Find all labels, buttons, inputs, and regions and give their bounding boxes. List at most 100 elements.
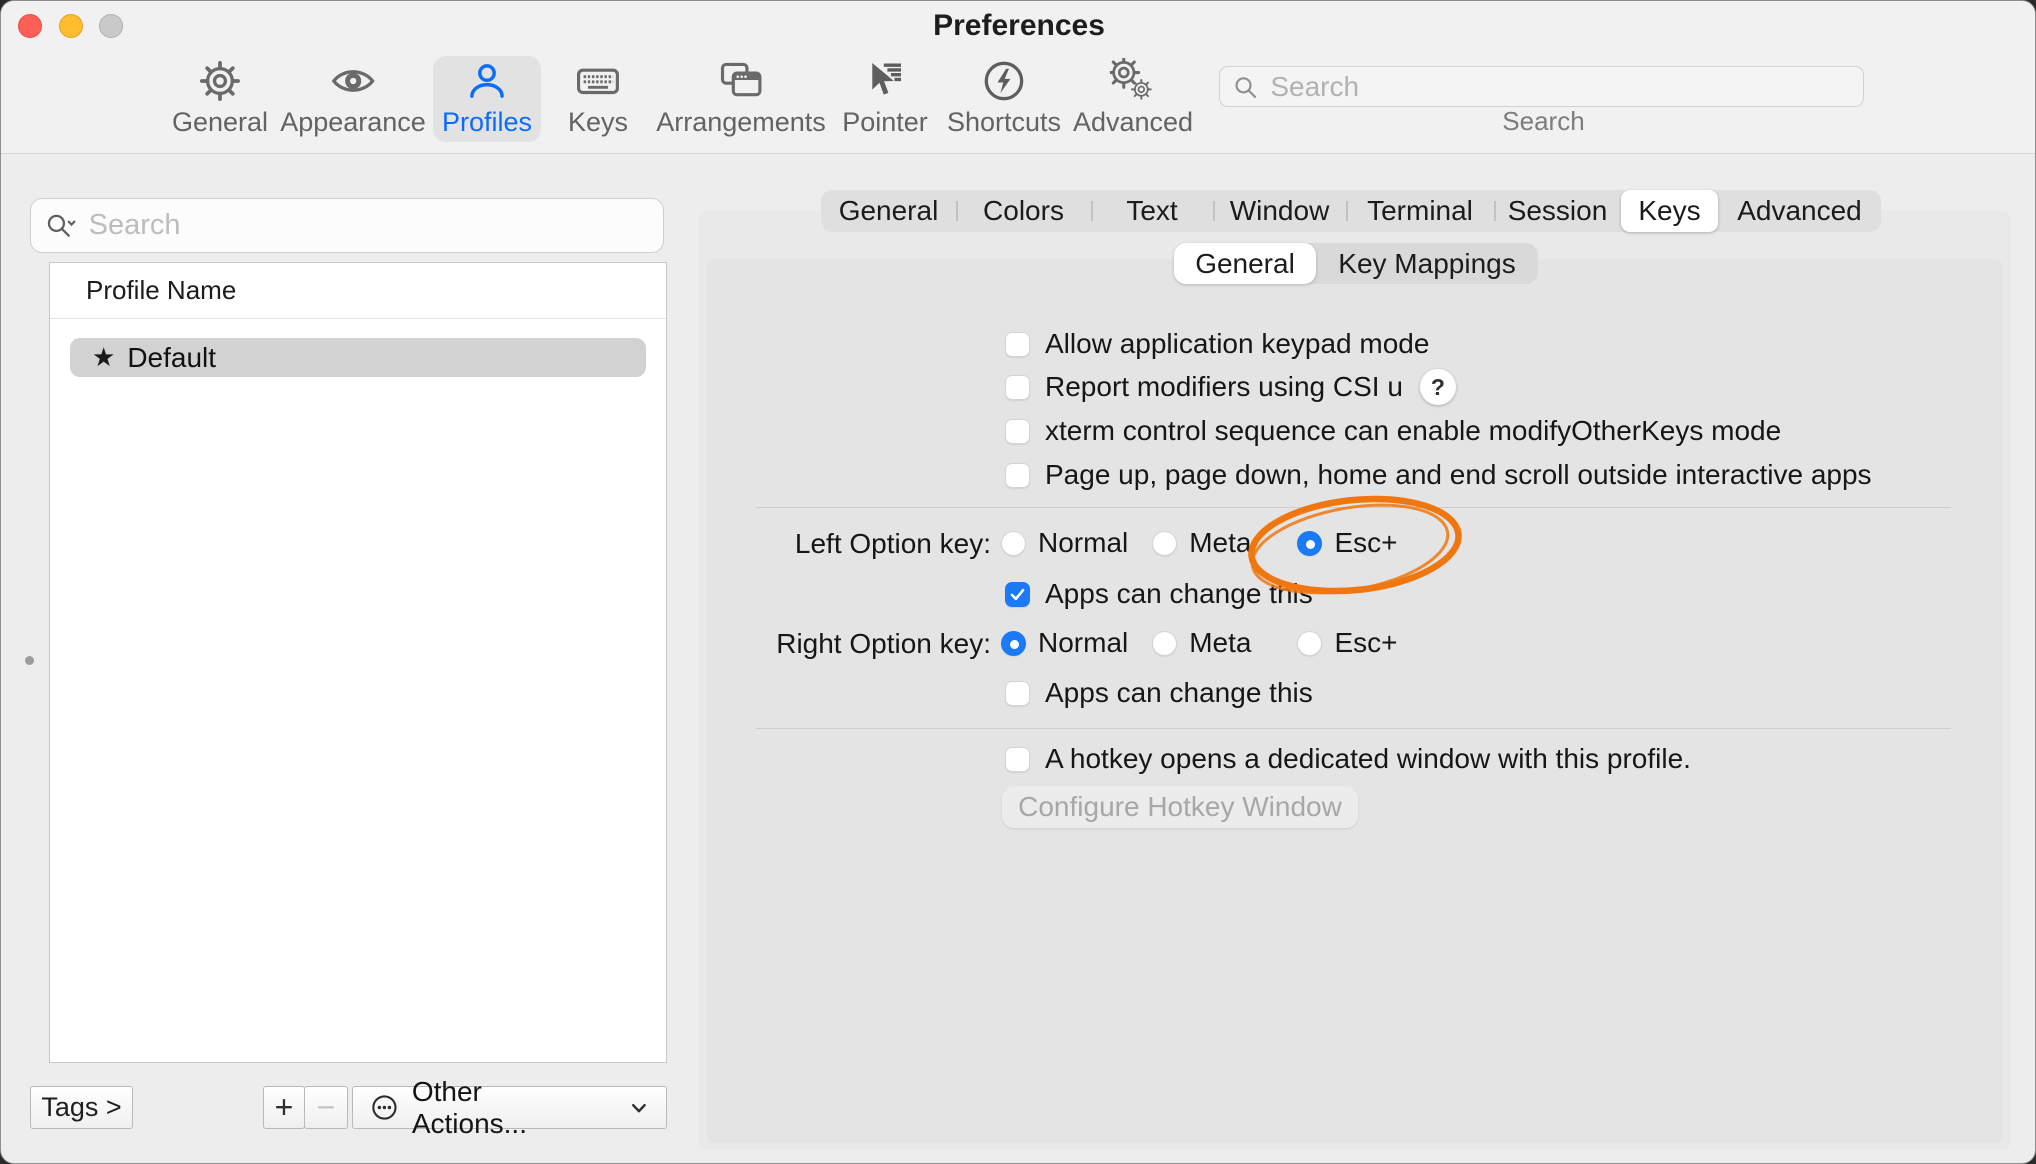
radio-label: Meta <box>1189 627 1251 659</box>
tab-session[interactable]: Session <box>1494 190 1621 232</box>
window-edge-dot <box>25 656 34 665</box>
preferences-window: Preferences General Appearance Profiles <box>0 0 2036 1164</box>
tab-advanced[interactable]: Advanced <box>1718 190 1881 232</box>
left-option-radio-group: Normal Meta Esc+ <box>1001 530 1398 556</box>
add-profile-button[interactable]: + <box>263 1086 305 1129</box>
toolbar-item-pointer[interactable]: Pointer <box>842 58 928 138</box>
window-title: Preferences <box>1 9 2036 43</box>
toolbar-item-label: Pointer <box>842 107 928 138</box>
checkbox-label: A hotkey opens a dedicated window with t… <box>1045 743 1691 775</box>
radio-right-normal[interactable] <box>1001 631 1026 656</box>
radio-right-esc[interactable] <box>1297 631 1322 656</box>
radio-label: Esc+ <box>1334 627 1397 659</box>
toolbar-item-appearance[interactable]: Appearance <box>280 58 426 138</box>
profile-list-header: Profile Name <box>50 263 666 319</box>
search-menu-icon <box>45 209 77 243</box>
checkbox-unchecked[interactable] <box>1005 375 1030 400</box>
windows-icon <box>718 58 764 104</box>
checkbox-label: xterm control sequence can enable modify… <box>1045 415 1781 447</box>
toolbar-item-advanced[interactable]: Advanced <box>1073 58 1193 138</box>
checkbox-row-left-apps-change[interactable]: Apps can change this <box>1005 581 1313 607</box>
checkbox-row-page-scroll[interactable]: Page up, page down, home and end scroll … <box>1005 462 1872 488</box>
profile-tab-bar: General Colors Text Window Terminal Sess… <box>821 190 1881 232</box>
checkbox-label: Apps can change this <box>1045 578 1313 610</box>
checkbox-label: Allow application keypad mode <box>1045 328 1429 360</box>
tab-terminal[interactable]: Terminal <box>1346 190 1494 232</box>
separator <box>756 728 1951 729</box>
toolbar-item-label: Arrangements <box>656 107 826 138</box>
profile-list: Profile Name ★ Default <box>49 262 667 1063</box>
lightning-icon <box>981 58 1027 104</box>
checkbox-unchecked[interactable] <box>1005 463 1030 488</box>
configure-hotkey-window-button[interactable]: Configure Hotkey Window <box>1002 786 1358 828</box>
toolbar-item-arrangements[interactable]: Arrangements <box>656 58 826 138</box>
radio-left-normal[interactable] <box>1001 531 1026 556</box>
toolbar-item-label: Advanced <box>1073 107 1193 138</box>
checkbox-unchecked[interactable] <box>1005 681 1030 706</box>
other-actions-label: Other Actions... <box>412 1076 602 1140</box>
subtab-general[interactable]: General <box>1174 243 1316 284</box>
gear-icon <box>197 58 243 104</box>
profile-search-field[interactable] <box>30 198 664 253</box>
checkbox-label: Report modifiers using CSI u <box>1045 371 1403 403</box>
remove-profile-button[interactable]: − <box>304 1086 348 1129</box>
help-button[interactable]: ? <box>1420 369 1456 405</box>
tab-general[interactable]: General <box>821 190 956 232</box>
cursor-icon <box>862 58 908 104</box>
other-actions-dropdown[interactable]: Other Actions... <box>352 1086 667 1129</box>
tab-colors[interactable]: Colors <box>956 190 1091 232</box>
toolbar-item-label: Appearance <box>280 107 426 138</box>
toolbar-item-label: Keys <box>568 107 628 138</box>
checkbox-unchecked[interactable] <box>1005 419 1030 444</box>
search-icon <box>1232 73 1258 101</box>
right-option-key-label: Right Option key: <box>701 628 991 660</box>
radio-label: Esc+ <box>1334 527 1397 559</box>
person-icon <box>464 58 510 104</box>
separator <box>756 507 1951 508</box>
tags-button[interactable]: Tags > <box>30 1086 133 1129</box>
checkbox-label: Apps can change this <box>1045 677 1313 709</box>
radio-label: Normal <box>1038 627 1128 659</box>
toolbar-item-label: General <box>172 107 268 138</box>
checkbox-row-right-apps-change[interactable]: Apps can change this <box>1005 680 1313 706</box>
subtab-key-mappings[interactable]: Key Mappings <box>1316 243 1538 284</box>
profile-search-input[interactable] <box>87 208 649 243</box>
keys-subtab-bar: General Key Mappings <box>1174 243 1538 284</box>
tab-window[interactable]: Window <box>1213 190 1346 232</box>
toolbar-search-caption: Search <box>1381 106 1706 137</box>
toolbar: Preferences General Appearance Profiles <box>1 1 2036 154</box>
radio-left-esc[interactable] <box>1297 531 1322 556</box>
checkbox-checked[interactable] <box>1005 582 1030 607</box>
radio-right-meta[interactable] <box>1152 631 1177 656</box>
checkbox-row-csi-u[interactable]: Report modifiers using CSI u ? <box>1005 374 1456 400</box>
radio-label: Normal <box>1038 527 1128 559</box>
keyboard-icon <box>575 58 621 104</box>
checkbox-row-hotkey[interactable]: A hotkey opens a dedicated window with t… <box>1005 746 1691 772</box>
left-option-key-label: Left Option key: <box>701 528 991 560</box>
checkbox-label: Page up, page down, home and end scroll … <box>1045 459 1872 491</box>
checkbox-row-keypad[interactable]: Allow application keypad mode <box>1005 331 1429 357</box>
right-option-radio-group: Normal Meta Esc+ <box>1001 630 1398 656</box>
checkbox-unchecked[interactable] <box>1005 332 1030 357</box>
chevron-down-icon <box>626 1095 652 1121</box>
toolbar-item-keys[interactable]: Keys <box>568 58 628 138</box>
eye-icon <box>330 58 376 104</box>
toolbar-item-general[interactable]: General <box>172 58 268 138</box>
tab-text[interactable]: Text <box>1091 190 1213 232</box>
toolbar-item-profiles[interactable]: Profiles <box>442 58 532 138</box>
checkbox-row-modify-other-keys[interactable]: xterm control sequence can enable modify… <box>1005 418 1781 444</box>
radio-left-meta[interactable] <box>1152 531 1177 556</box>
toolbar-item-shortcuts[interactable]: Shortcuts <box>947 58 1061 138</box>
toolbar-item-label: Shortcuts <box>947 107 1061 138</box>
checkbox-unchecked[interactable] <box>1005 747 1030 772</box>
profile-row-default[interactable]: ★ Default <box>70 338 646 377</box>
profile-name: Default <box>127 342 216 374</box>
tab-keys[interactable]: Keys <box>1621 190 1718 232</box>
toolbar-search-field[interactable] <box>1219 66 1864 107</box>
toolbar-item-label: Profiles <box>442 107 532 138</box>
star-icon: ★ <box>92 342 115 373</box>
circle-ellipsis-icon <box>369 1092 400 1123</box>
toolbar-search-input[interactable] <box>1268 70 1851 104</box>
checkmark-icon <box>1008 585 1027 604</box>
gears-icon <box>1110 58 1156 104</box>
